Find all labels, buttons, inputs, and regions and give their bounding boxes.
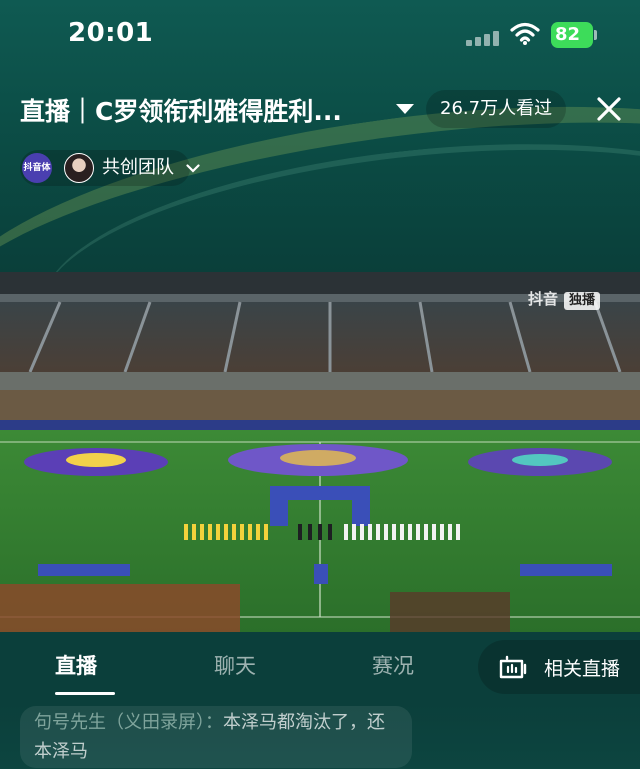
related-live-label: 相关直播 <box>544 658 621 680</box>
watermark-tag: 独播 <box>564 292 601 310</box>
team-chip[interactable]: 抖音体 共创团队 <box>20 150 200 186</box>
tab-match-status[interactable]: 赛况 <box>372 650 414 680</box>
team-label: 共创团队 <box>102 157 174 178</box>
live-header: 20:01 82 直播｜C罗领衔利雅得胜利... 26.7万人看过 抖音体 共创… <box>0 0 640 272</box>
related-live-button[interactable]: 相关直播 <box>478 640 640 694</box>
battery-nub <box>594 30 597 40</box>
wifi-icon <box>510 22 540 45</box>
battery-icon: 82 <box>551 22 593 48</box>
live-stream-icon <box>499 655 527 679</box>
status-time: 20:01 <box>68 18 154 48</box>
chat-area: 句号先生（义田录屏）：本泽马都淘汰了，还本泽马 <box>0 704 640 769</box>
live-title[interactable]: 直播｜C罗领衔利雅得胜利... <box>20 92 390 128</box>
platform-watermark: 抖音 独播 <box>528 288 601 310</box>
watermark-text: 抖音 <box>528 290 559 308</box>
tab-live[interactable]: 直播 <box>55 650 97 680</box>
team-logo: 抖音体 <box>22 153 52 183</box>
tab-chat[interactable]: 聊天 <box>214 650 256 680</box>
viewer-count-badge[interactable]: 26.7万人看过 <box>426 90 567 128</box>
chevron-down-icon <box>186 164 200 173</box>
close-icon[interactable] <box>594 94 624 124</box>
chat-message[interactable]: 句号先生（义田录屏）：本泽马都淘汰了，还本泽马 <box>20 706 412 768</box>
tab-bar: 直播 聊天 赛况 相关直播 <box>0 632 640 704</box>
chat-username: 句号先生（义田录屏）： <box>34 712 223 733</box>
title-row: 直播｜C罗领衔利雅得胜利... 26.7万人看过 <box>0 86 640 130</box>
avatar <box>64 153 94 183</box>
tab-indicator <box>55 692 115 695</box>
video-player[interactable]: 抖音 独播 <box>0 272 640 632</box>
status-bar: 20:01 82 <box>0 0 640 70</box>
cellular-signal-icon <box>466 30 500 46</box>
chevron-down-icon[interactable] <box>394 102 416 116</box>
battery-level: 82 <box>555 24 581 45</box>
stadium-scene <box>0 272 640 632</box>
